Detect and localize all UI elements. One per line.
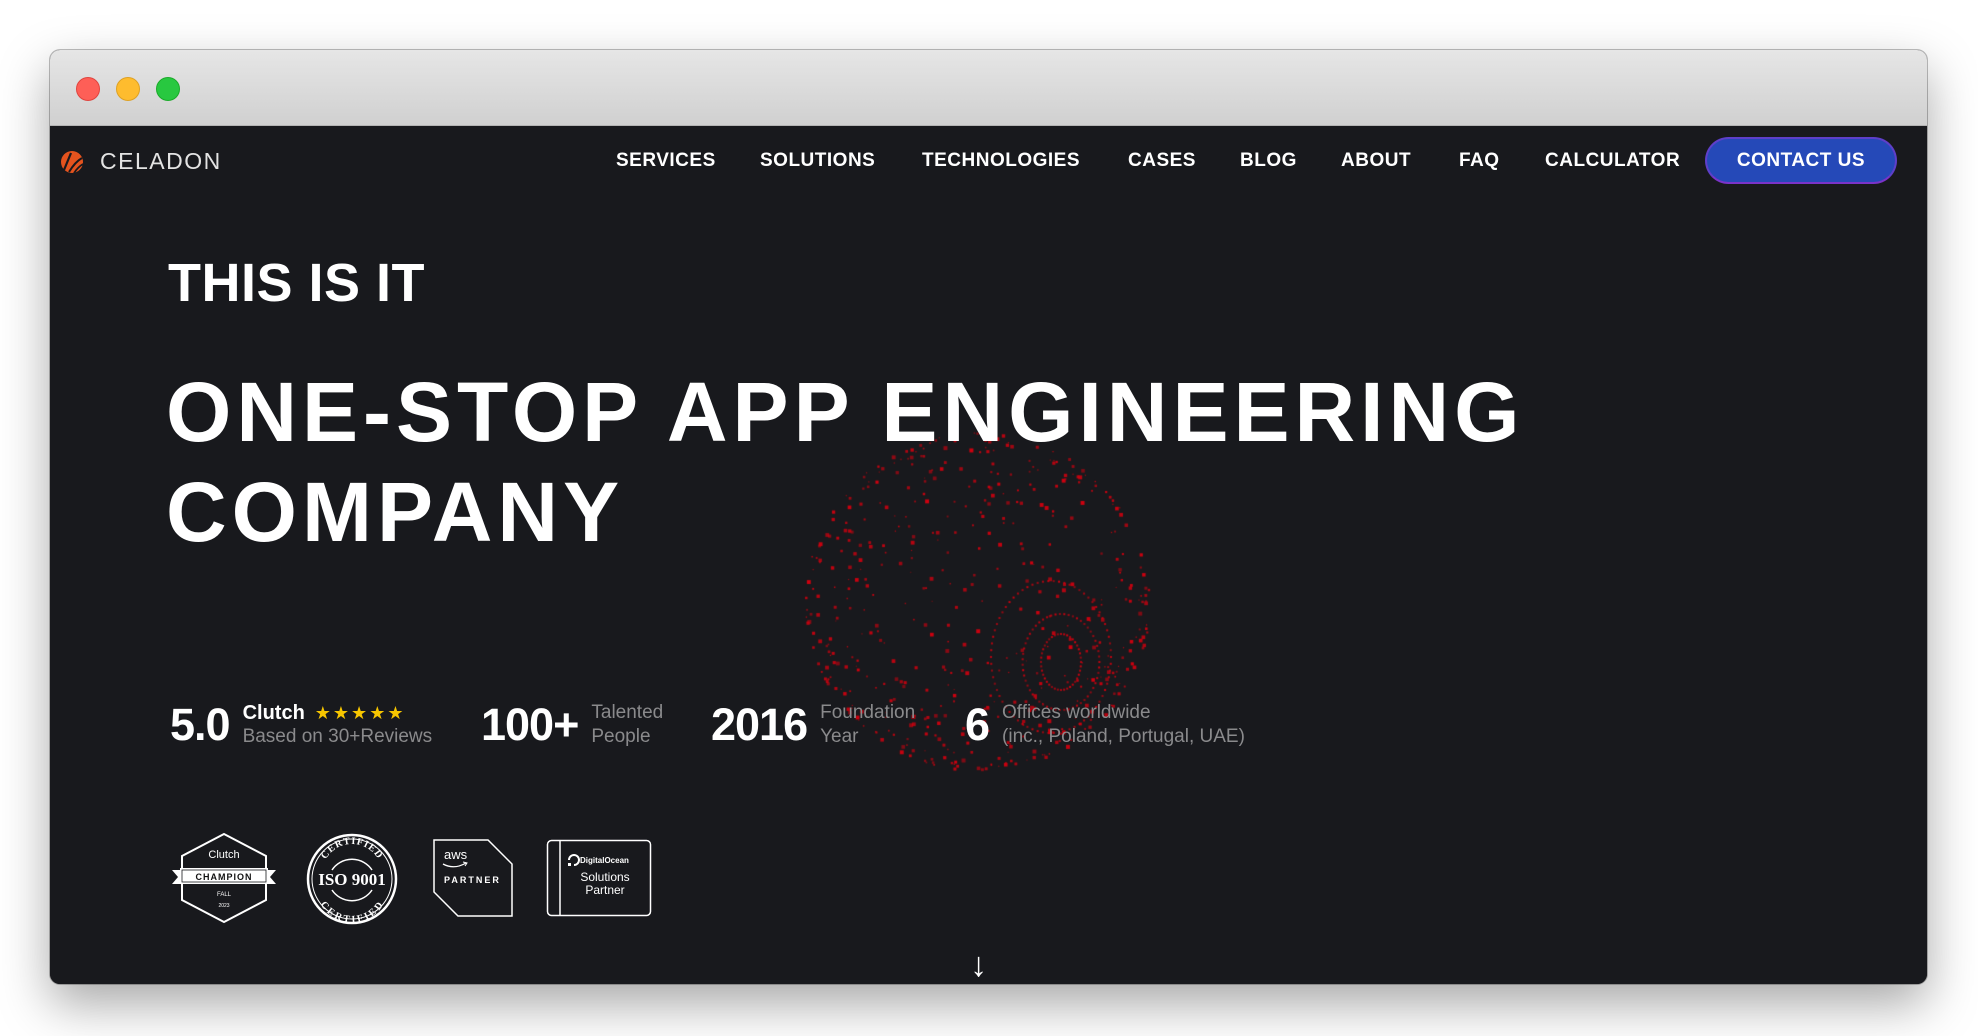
hero-headline: ONE-STOP APP ENGINEERING COMPANY	[166, 362, 1525, 562]
hero-page: CELADON SERVICES SOLUTIONS TECHNOLOGIES …	[50, 126, 1927, 984]
stat-value: 6	[965, 699, 990, 750]
iso-9001-badge[interactable]: CERTIFIED CERTIFIED ISO 9001	[305, 832, 399, 926]
nav-item-blog[interactable]: BLOG	[1240, 150, 1297, 172]
nav-item-services[interactable]: SERVICES	[616, 150, 716, 172]
headline-line-2: COMPANY	[166, 465, 625, 559]
nav-item-faq[interactable]: FAQ	[1459, 150, 1500, 172]
stat-value: 100+	[481, 699, 579, 750]
badge-year: 2023	[218, 903, 229, 909]
badge-brand: Clutch	[208, 849, 239, 861]
stat-line-1: Foundation	[820, 702, 916, 723]
stat-foundation-year: 2016 Foundation Year	[711, 699, 915, 751]
hero-eyebrow: THIS IS IT	[168, 253, 426, 313]
badge-title: CHAMPION	[196, 872, 253, 882]
stat-line-2: Year	[820, 726, 859, 747]
clutch-brand: Clutch	[242, 702, 305, 724]
minimize-window-button[interactable]	[116, 77, 140, 101]
nav-item-calculator[interactable]: CALCULATOR	[1545, 150, 1680, 172]
digitalocean-partner-badge[interactable]: DigitalOcean Solutions Partner	[546, 839, 652, 917]
stat-value: 5.0	[170, 699, 231, 750]
badge-season: FALL	[217, 892, 232, 898]
badge-title: ISO 9001	[318, 870, 386, 889]
headline-line-1: ONE-STOP APP ENGINEERING	[166, 365, 1525, 459]
nav-item-about[interactable]: ABOUT	[1341, 150, 1411, 172]
brand-logo-link[interactable]: CELADON	[60, 148, 222, 175]
badge-line-2: Partner	[585, 883, 624, 897]
clutch-champion-badge[interactable]: Clutch CHAMPION FALL 2023	[170, 832, 278, 924]
stat-offices: 6 Offices worldwide (inc., Poland, Portu…	[965, 699, 1245, 751]
maximize-window-button[interactable]	[156, 77, 180, 101]
badge-brand: aws	[444, 847, 468, 862]
star-rating-icons: ★★★★★	[314, 703, 406, 723]
browser-window: CELADON SERVICES SOLUTIONS TECHNOLOGIES …	[50, 50, 1927, 984]
close-window-button[interactable]	[76, 77, 100, 101]
badge-line-1: Solutions	[580, 870, 629, 884]
stat-line-1: Talented	[591, 702, 664, 723]
contact-us-button[interactable]: CONTACT US	[1705, 137, 1897, 184]
stat-line-2: (inc., Poland, Portugal, UAE)	[1002, 726, 1245, 747]
nav-item-technologies[interactable]: TECHNOLOGIES	[922, 150, 1080, 172]
stat-line-1: Offices worldwide	[1002, 702, 1151, 723]
stat-line-2: People	[591, 726, 651, 747]
nav-item-solutions[interactable]: SOLUTIONS	[760, 150, 875, 172]
stat-value: 2016	[711, 699, 808, 750]
nav-item-cases[interactable]: CASES	[1128, 150, 1196, 172]
title-bar	[50, 50, 1927, 126]
arrow-down-icon[interactable]: ↓	[970, 946, 987, 984]
brand-name: CELADON	[100, 148, 222, 174]
celadon-logo-icon	[61, 150, 84, 174]
aws-partner-badge[interactable]: aws PARTNER	[432, 838, 514, 918]
badge-brand: DigitalOcean	[580, 856, 629, 865]
top-navigation: CELADON SERVICES SOLUTIONS TECHNOLOGIES …	[50, 126, 1927, 226]
stat-team-size: 100+ Talented People	[481, 699, 663, 751]
stat-clutch-rating: 5.0 Clutch ★★★★★ Based on 30+Reviews	[170, 699, 432, 751]
badge-title: PARTNER	[444, 875, 501, 885]
stat-caption: Based on 30+Reviews	[242, 726, 433, 747]
